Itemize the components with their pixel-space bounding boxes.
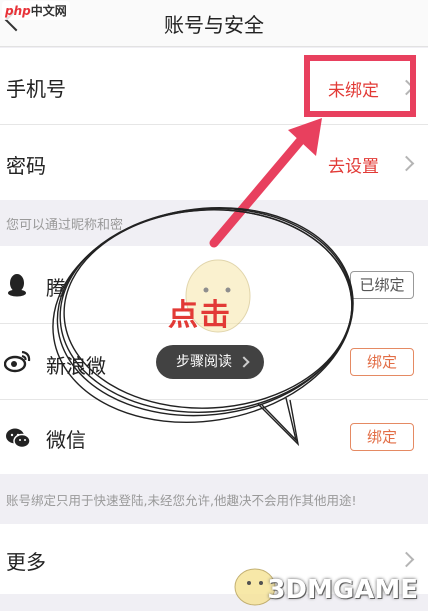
logo-php: php [5, 4, 31, 18]
nickname-note: 您可以通过昵称和密 [6, 218, 124, 233]
password-action: 去设置 [328, 157, 379, 177]
site-logo: php中文网 [2, 1, 70, 20]
more-label: 更多 [6, 550, 46, 574]
step-reading-label: 步骤阅读 [176, 354, 232, 370]
step-reading-button[interactable]: 步骤阅读 [156, 345, 264, 379]
binding-note: 账号绑定只用于快速登陆,未经您允许,他趣决不会用作其他用途! [6, 493, 357, 508]
wechat-bind-button[interactable]: 绑定 [350, 423, 414, 451]
click-label: 点击 [168, 298, 232, 333]
chevron-right-icon [398, 551, 415, 568]
wechat-label: 微信 [46, 428, 86, 452]
qq-label: 腾 [46, 276, 66, 300]
weibo-label: 新浪微 [46, 354, 106, 378]
qq-icon [8, 274, 26, 297]
chevron-right-icon [238, 356, 250, 368]
wechat-row: 微信 绑定 [0, 400, 428, 474]
wechat-icon [6, 428, 31, 449]
phone-label: 手机号 [6, 77, 66, 101]
logo-text: 中文网 [30, 4, 67, 18]
password-row[interactable]: 密码 去设置 [0, 125, 428, 200]
watermark: 3DMGAME [267, 575, 418, 605]
highlight-box [304, 55, 416, 117]
password-label: 密码 [6, 154, 46, 178]
chevron-right-icon [398, 155, 415, 172]
qq-bound-button[interactable]: 已绑定 [350, 271, 414, 299]
weibo-bind-button[interactable]: 绑定 [350, 348, 414, 376]
weibo-icon [4, 350, 31, 373]
